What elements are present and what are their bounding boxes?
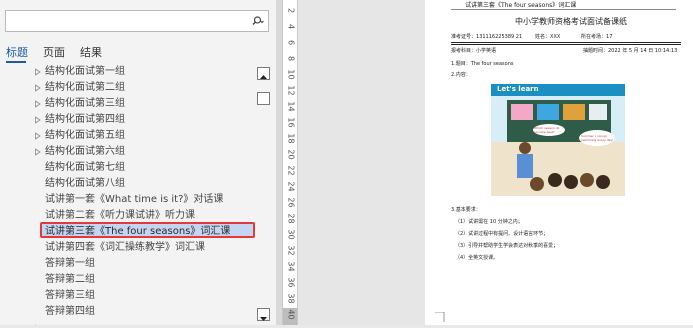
heading-item[interactable]: 答辩第四组 (30, 304, 255, 320)
ruler-number: 2 (286, 7, 296, 14)
heading-item-label: 结构化面试第三组 (45, 98, 125, 109)
document-header-title: 试讲第三套《The four seasons》词汇课 (465, 2, 577, 9)
heading-item-label: 结构化面试第五组 (45, 130, 125, 141)
heading-item[interactable]: 试讲第一套《What time is it?》对话课 (30, 192, 255, 208)
ruler-number: 8 (286, 55, 296, 62)
triangle-down-icon (260, 317, 267, 321)
ruler-number: 14 (286, 101, 296, 112)
vertical-ruler: 2 4 6 8 10 12 14 16 18 20 22 24 26 28 30 32 34 36 38 40 (282, 0, 298, 325)
ruler-number: 4 (286, 23, 296, 30)
ruler-number: 24 (286, 181, 296, 192)
heading-item-label: 试讲第一套《What time is it?》对话课 (45, 194, 224, 205)
ruler-number: 26 (286, 197, 296, 208)
heading-item[interactable]: 结构化面试第一组 (30, 64, 255, 80)
requirement-item: （1）试讲需在 10 分钟之内； (455, 219, 523, 225)
crop-mark (435, 312, 445, 322)
heading-item[interactable]: 答辩第二组 (30, 272, 255, 288)
ruler-number: 28 (286, 213, 296, 224)
scroll-up-button[interactable] (257, 67, 270, 80)
info-rule (451, 44, 681, 45)
heading-item[interactable]: 结构化面试第二组 (30, 80, 255, 96)
heading-item-label: 结构化面试第二组 (45, 82, 125, 93)
heading-item[interactable]: 结构化面试第八组 (30, 176, 255, 192)
navigation-pane: 标题 页面 结果 结构化面试第一组 结构化面试第二组 结构化面试第三组 结构化面试第四… (0, 0, 276, 325)
ruler-number: 16 (286, 117, 296, 128)
search-input[interactable] (5, 10, 269, 32)
tab-pages[interactable]: 页面 (43, 44, 65, 60)
heading-item[interactable]: … (30, 320, 255, 325)
requirement-item: （4）全英文授课。 (455, 255, 499, 261)
requirements-label: 3.基本要求： (451, 207, 481, 213)
requirement-item: （2）试讲过程中有提问、设计语言环节； (455, 231, 549, 237)
content-label: 2.内容： (451, 72, 471, 78)
scroll-down-button[interactable] (257, 308, 270, 321)
document-canvas[interactable]: 试讲第三套《The four seasons》词汇课 中小学教师资格考试面试备课… (298, 0, 693, 325)
heading-item-label: 试讲第四套《词汇操练教学》词汇课 (45, 242, 205, 253)
scroll-thumb[interactable] (257, 92, 270, 105)
search-icon[interactable] (249, 14, 265, 28)
heading-item[interactable]: 结构化面试第六组 (30, 144, 255, 160)
heading-item[interactable]: 答辩第三组 (30, 288, 255, 304)
heading-item[interactable]: 结构化面试第七组 (30, 160, 255, 176)
heading-item-label: 试讲第三套《The four seasons》词汇课 (45, 226, 231, 237)
room-value: 17 (606, 34, 613, 40)
ruler-number: 36 (286, 277, 296, 288)
ruler-number: 18 (286, 133, 296, 144)
textbook-illustration: Let's learn Which season do you like bes… (491, 84, 625, 196)
heading-item-label: … (30, 320, 255, 325)
speech-bubble-teacher: Which season do you like best? (534, 126, 560, 134)
info-row: 准考证号：131116225389 21 (451, 33, 522, 40)
ruler-number: 22 (286, 165, 296, 176)
room-field: 所在考场：17 (581, 33, 612, 40)
ticket-label: 准考证号： (451, 34, 477, 40)
ruler-number: 30 (286, 229, 296, 240)
header-rule (451, 9, 676, 10)
heading-list: 结构化面试第一组 结构化面试第二组 结构化面试第三组 结构化面试第四组 结构化面试第五组… (0, 60, 256, 325)
tab-headings[interactable]: 标题 (6, 44, 28, 60)
info-rule (451, 42, 681, 43)
heading-item[interactable]: 结构化面试第四组 (30, 112, 255, 128)
image-banner-text: Let's learn (497, 85, 539, 93)
heading-item-label: 答辩第三组 (45, 290, 95, 301)
heading-item-label: 结构化面试第四组 (45, 114, 125, 125)
heading-item[interactable]: 答辩第一组 (30, 256, 255, 272)
draw-time-text: 抽题时间：2022 年 5 月 14 日 10:14:13 (583, 48, 678, 54)
heading-item-label: 结构化面试第六组 (45, 146, 125, 157)
ruler-number: 34 (286, 261, 296, 272)
ruler-number: 6 (286, 39, 296, 46)
tab-results[interactable]: 结果 (80, 44, 102, 60)
subject-text: 报考科目：小学英语 (451, 48, 497, 54)
heading-item-label: 答辩第二组 (45, 274, 95, 285)
requirement-item: （3）引导并帮助学生学会表达对秋季的喜爱； (455, 243, 559, 249)
ruler-number: 40 (286, 309, 296, 320)
document-main-title: 中小学教师资格考试面试备课纸 (515, 17, 627, 26)
name-label: 姓名： (535, 34, 551, 40)
ruler-number: 20 (286, 149, 296, 160)
speech-bubble-student: Summer. I can go swimming every day! (581, 134, 614, 142)
heading-item[interactable]: 试讲第四套《词汇操练教学》词汇课 (30, 240, 255, 256)
heading-item-label: 答辩第一组 (45, 258, 95, 269)
document-page[interactable]: 试讲第三套《The four seasons》词汇课 中小学教师资格考试面试备课… (425, 0, 693, 325)
room-label: 所在考场： (581, 34, 607, 40)
heading-item-selected[interactable]: 试讲第三套《The four seasons》词汇课 (40, 222, 255, 238)
ruler-number: 32 (286, 245, 296, 256)
ruler-number: 38 (286, 293, 296, 304)
heading-item[interactable]: 结构化面试第三组 (30, 96, 255, 112)
triangle-up-icon (260, 75, 267, 79)
heading-list-scrollbar[interactable] (256, 60, 271, 324)
heading-item-label: 结构化面试第一组 (45, 66, 125, 77)
heading-item[interactable]: 结构化面试第五组 (30, 128, 255, 144)
topic-text: 1.题目：The four seasons (451, 61, 514, 67)
ticket-value: 131116225389 21 (476, 34, 523, 40)
ruler-number: 10 (286, 69, 296, 80)
name-value: XXX (550, 34, 561, 40)
name-field: 姓名：XXX (535, 33, 560, 40)
heading-item-label: 结构化面试第七组 (45, 162, 125, 173)
heading-item-label: 答辩第四组 (45, 306, 95, 317)
ruler-number: 12 (286, 85, 296, 96)
heading-item-label: 结构化面试第八组 (45, 178, 125, 189)
